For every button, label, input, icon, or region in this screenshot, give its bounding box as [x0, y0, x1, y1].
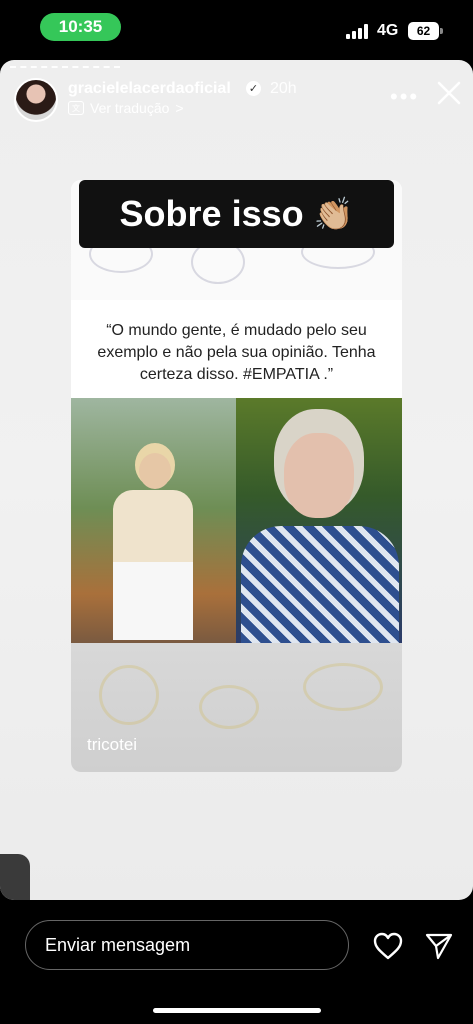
- post-footer-area: tricotei: [71, 643, 402, 772]
- heart-icon[interactable]: [372, 930, 404, 962]
- network-label: 4G: [377, 22, 399, 39]
- home-indicator[interactable]: [153, 1008, 321, 1013]
- story-time-ago: 20h: [270, 80, 297, 97]
- see-translation-label: Ver tradução: [90, 100, 170, 116]
- title-sticker: Sobre isso 👏🏼: [79, 180, 394, 248]
- clapping-hands-icon: 👏🏼: [313, 196, 354, 232]
- avatar[interactable]: [14, 78, 58, 122]
- status-bar: 10:35 4G 62: [0, 0, 473, 56]
- post-caption: tricotei: [87, 735, 138, 754]
- sticker-title: Sobre isso: [119, 193, 304, 234]
- chevron-right-icon: ›: [11, 899, 18, 900]
- post-quote: “O mundo gente, é mudado pelo seu exempl…: [97, 322, 376, 383]
- close-icon[interactable]: [434, 78, 464, 108]
- send-icon[interactable]: [424, 931, 454, 961]
- person-right-body: [241, 526, 399, 643]
- decorative-circle: [199, 685, 259, 729]
- verified-icon: ✓: [246, 81, 261, 96]
- chevron-right-icon: >: [175, 100, 184, 116]
- person-left-body: [113, 490, 193, 640]
- message-placeholder: Enviar mensagem: [45, 934, 191, 955]
- person-left-head: [139, 453, 171, 489]
- decorative-circle: [99, 665, 159, 725]
- signal-icon: [346, 24, 370, 39]
- photo-left: [71, 398, 236, 643]
- battery-icon: 62: [408, 22, 439, 40]
- decorative-circle: [303, 663, 383, 711]
- story-username[interactable]: gracielelacerdaoficial: [68, 80, 231, 98]
- message-input[interactable]: Enviar mensagem: [25, 920, 349, 970]
- shared-post-image[interactable]: “O mundo gente, é mudado pelo seu exempl…: [71, 180, 402, 772]
- more-icon[interactable]: •••: [390, 84, 419, 110]
- status-time[interactable]: 10:35: [40, 13, 121, 41]
- photo-right: [236, 398, 402, 643]
- see-translation-link[interactable]: 文 Ver tradução >: [68, 100, 184, 116]
- story-progress-bar: [10, 66, 120, 70]
- side-tab[interactable]: ›: [0, 854, 30, 900]
- translate-icon: 文: [68, 101, 84, 115]
- person-right-head: [284, 433, 354, 518]
- battery-cap: [440, 28, 443, 34]
